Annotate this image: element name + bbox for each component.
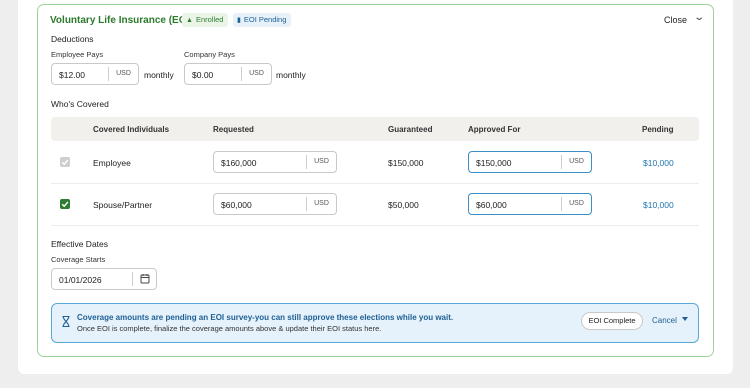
company-pays-label: Company Pays [184,50,235,59]
eoi-pending-badge: ▮ EOI Pending [233,13,292,27]
spouse-guaranteed: $50,000 [388,200,419,210]
benefit-card: Voluntary Life Insurance (EOI) ▲ Enrolled… [37,4,714,357]
spouse-approved-value: $60,000 [476,200,507,210]
employee-pays-input[interactable]: $12.00 USD [51,63,139,85]
employee-requested-unit: USD [306,155,336,169]
calendar-glyph [140,274,150,284]
caret-down-icon[interactable] [682,317,688,321]
close-button[interactable]: Close [664,15,687,25]
coverage-starts-label: Coverage Starts [51,255,106,264]
company-pays-period: monthly [276,70,306,80]
employee-pays-label: Employee Pays [51,50,104,59]
card-title: Voluntary Life Insurance (EOI) [50,15,193,26]
enrolled-badge: ▲ Enrolled [182,13,229,27]
employee-checkbox[interactable] [60,157,70,167]
spouse-requested-input[interactable]: $60,000 USD [213,193,337,215]
employee-pays-unit: USD [108,67,138,81]
employee-pays-period: monthly [144,70,174,80]
spouse-approved-unit: USD [561,197,591,211]
spouse-name: Spouse/Partner [93,200,153,210]
employee-requested-value: $160,000 [221,158,257,168]
company-pays-input[interactable]: $0.00 USD [184,63,272,85]
alert-title: Coverage amounts are pending an EOI surv… [77,313,454,322]
effective-dates-heading: Effective Dates [51,239,109,249]
enrolled-badge-label: Enrolled [195,15,224,24]
checkmark-icon [61,159,69,166]
chevron-down-icon[interactable]: ⌄ [693,12,705,23]
checkmark-icon [61,201,69,208]
document-icon: ▮ [237,17,241,24]
col-covered-individuals: Covered Individuals [93,125,170,134]
employee-approved-unit: USD [561,155,591,169]
coverage-starts-value: 01/01/2026 [59,275,102,285]
employee-name: Employee [93,158,131,168]
coverage-starts-input[interactable]: 01/01/2026 [51,268,157,290]
enrolled-icon: ▲ [186,17,193,24]
employee-requested-input[interactable]: $160,000 USD [213,151,337,173]
spouse-requested-unit: USD [306,197,336,211]
eoi-alert: Coverage amounts are pending an EOI surv… [51,303,699,343]
spouse-pending-link[interactable]: $10,000 [643,200,674,210]
employee-guaranteed: $150,000 [388,158,424,168]
employee-pending-link[interactable]: $10,000 [643,158,674,168]
spouse-requested-value: $60,000 [221,200,252,210]
col-requested: Requested [213,125,254,134]
eoi-complete-button[interactable]: EOI Complete [581,312,643,330]
employee-approved-input[interactable]: $150,000 USD [468,151,592,173]
col-guaranteed: Guaranteed [388,125,433,134]
hourglass-icon [62,315,70,329]
calendar-icon[interactable] [132,272,156,286]
alert-body: Once EOI is complete, finalize the cover… [77,324,382,333]
spouse-checkbox[interactable] [60,199,70,209]
company-pays-unit: USD [241,67,271,81]
employee-pays-value: $12.00 [59,70,85,80]
spouse-approved-input[interactable]: $60,000 USD [468,193,592,215]
row-divider [51,225,699,226]
cancel-button[interactable]: Cancel [652,316,677,325]
row-divider [51,183,699,184]
col-approved-for: Approved For [468,125,521,134]
company-pays-value: $0.00 [192,70,214,80]
whos-covered-heading: Who's Covered [51,99,109,109]
eoi-pending-badge-label: EOI Pending [243,15,287,24]
col-pending: Pending [642,125,674,134]
deductions-heading: Deductions [51,34,94,44]
employee-approved-value: $150,000 [476,158,512,168]
